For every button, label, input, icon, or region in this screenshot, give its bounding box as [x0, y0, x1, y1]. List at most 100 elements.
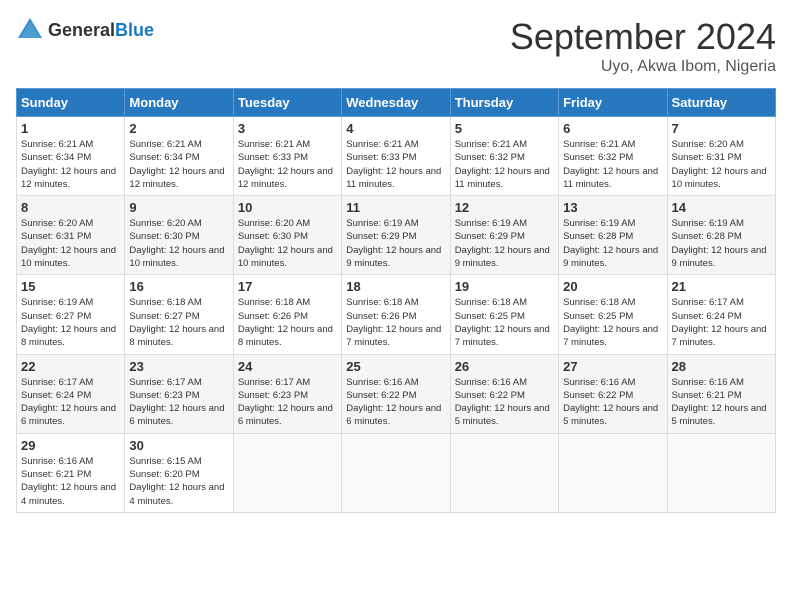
day-info: Sunrise: 6:19 AMSunset: 6:29 PMDaylight:… — [455, 217, 554, 270]
table-row: 8 Sunrise: 6:20 AMSunset: 6:31 PMDaylight… — [17, 196, 125, 275]
day-number: 1 — [21, 121, 120, 136]
col-friday: Friday — [559, 89, 667, 117]
table-row: 23 Sunrise: 6:17 AMSunset: 6:23 PMDayligh… — [125, 354, 233, 433]
day-info: Sunrise: 6:20 AMSunset: 6:31 PMDaylight:… — [21, 217, 120, 270]
day-info: Sunrise: 6:16 AMSunset: 6:21 PMDaylight:… — [672, 376, 771, 429]
day-number: 17 — [238, 279, 337, 294]
day-number: 20 — [563, 279, 662, 294]
table-row: 25Sunrise: 6:16 AMSunset: 6:22 PMDayligh… — [342, 354, 450, 433]
location-subtitle: Uyo, Akwa Ibom, Nigeria — [510, 58, 776, 76]
day-number: 28 — [672, 359, 771, 374]
table-row: 9Sunrise: 6:20 AMSunset: 6:30 PMDaylight… — [125, 196, 233, 275]
table-row: 29 Sunrise: 6:16 AMSunset: 6:21 PMDayligh… — [17, 433, 125, 512]
table-row: 15 Sunrise: 6:19 AMSunset: 6:27 PMDayligh… — [17, 275, 125, 354]
table-row: 26 Sunrise: 6:16 AMSunset: 6:22 PMDayligh… — [450, 354, 558, 433]
logo-icon — [16, 16, 44, 44]
table-row: 1 Sunrise: 6:21 AMSunset: 6:34 PMDaylight… — [17, 117, 125, 196]
day-number: 30 — [129, 438, 228, 453]
logo: GeneralBlue — [16, 16, 154, 44]
day-number: 23 — [129, 359, 228, 374]
day-info: Sunrise: 6:20 AMSunset: 6:30 PMDaylight:… — [238, 217, 337, 270]
table-row: 2 Sunrise: 6:21 AMSunset: 6:34 PMDaylight… — [125, 117, 233, 196]
table-row: 10 Sunrise: 6:20 AMSunset: 6:30 PMDayligh… — [233, 196, 341, 275]
calendar-week-row: 29 Sunrise: 6:16 AMSunset: 6:21 PMDayligh… — [17, 433, 776, 512]
col-monday: Monday — [125, 89, 233, 117]
table-row: 4Sunrise: 6:21 AMSunset: 6:33 PMDaylight… — [342, 117, 450, 196]
day-number: 2 — [129, 121, 228, 136]
title-area: September 2024 Uyo, Akwa Ibom, Nigeria — [510, 16, 776, 76]
day-number: 19 — [455, 279, 554, 294]
day-number: 12 — [455, 200, 554, 215]
day-info: Sunrise: 6:18 AMSunset: 6:27 PMDaylight:… — [129, 296, 228, 349]
table-row: 19 Sunrise: 6:18 AMSunset: 6:25 PMDayligh… — [450, 275, 558, 354]
table-row — [559, 433, 667, 512]
table-row — [450, 433, 558, 512]
calendar-week-row: 8 Sunrise: 6:20 AMSunset: 6:31 PMDaylight… — [17, 196, 776, 275]
calendar-week-row: 15 Sunrise: 6:19 AMSunset: 6:27 PMDayligh… — [17, 275, 776, 354]
day-info: Sunrise: 6:21 AMSunset: 6:33 PMDaylight:… — [238, 138, 337, 191]
calendar-week-row: 1 Sunrise: 6:21 AMSunset: 6:34 PMDaylight… — [17, 117, 776, 196]
col-tuesday: Tuesday — [233, 89, 341, 117]
day-number: 5 — [455, 121, 554, 136]
col-thursday: Thursday — [450, 89, 558, 117]
day-number: 22 — [21, 359, 120, 374]
calendar-week-row: 22 Sunrise: 6:17 AMSunset: 6:24 PMDayligh… — [17, 354, 776, 433]
day-number: 10 — [238, 200, 337, 215]
day-number: 7 — [672, 121, 771, 136]
day-number: 3 — [238, 121, 337, 136]
day-info: Sunrise: 6:21 AMSunset: 6:33 PMDaylight:… — [346, 138, 445, 191]
day-number: 11 — [346, 200, 445, 215]
day-number: 25 — [346, 359, 445, 374]
day-info: Sunrise: 6:18 AMSunset: 6:25 PMDaylight:… — [563, 296, 662, 349]
day-info: Sunrise: 6:16 AMSunset: 6:22 PMDaylight:… — [563, 376, 662, 429]
day-info: Sunrise: 6:20 AMSunset: 6:31 PMDaylight:… — [672, 138, 771, 191]
table-row: 12 Sunrise: 6:19 AMSunset: 6:29 PMDayligh… — [450, 196, 558, 275]
table-row: 27 Sunrise: 6:16 AMSunset: 6:22 PMDayligh… — [559, 354, 667, 433]
calendar-header-row: Sunday Monday Tuesday Wednesday Thursday… — [17, 89, 776, 117]
col-saturday: Saturday — [667, 89, 775, 117]
col-sunday: Sunday — [17, 89, 125, 117]
day-info: Sunrise: 6:18 AMSunset: 6:25 PMDaylight:… — [455, 296, 554, 349]
table-row: 13Sunrise: 6:19 AMSunset: 6:28 PMDayligh… — [559, 196, 667, 275]
day-info: Sunrise: 6:18 AMSunset: 6:26 PMDaylight:… — [238, 296, 337, 349]
day-number: 6 — [563, 121, 662, 136]
day-number: 8 — [21, 200, 120, 215]
day-info: Sunrise: 6:17 AMSunset: 6:24 PMDaylight:… — [21, 376, 120, 429]
table-row — [342, 433, 450, 512]
day-info: Sunrise: 6:20 AMSunset: 6:30 PMDaylight:… — [129, 217, 228, 270]
day-info: Sunrise: 6:16 AMSunset: 6:21 PMDaylight:… — [21, 455, 120, 508]
table-row: 22 Sunrise: 6:17 AMSunset: 6:24 PMDayligh… — [17, 354, 125, 433]
page-header: GeneralBlue September 2024 Uyo, Akwa Ibo… — [16, 16, 776, 76]
day-number: 15 — [21, 279, 120, 294]
day-number: 26 — [455, 359, 554, 374]
table-row — [667, 433, 775, 512]
day-info: Sunrise: 6:21 AMSunset: 6:34 PMDaylight:… — [21, 138, 120, 191]
day-info: Sunrise: 6:18 AMSunset: 6:26 PMDaylight:… — [346, 296, 445, 349]
table-row — [233, 433, 341, 512]
day-info: Sunrise: 6:21 AMSunset: 6:32 PMDaylight:… — [563, 138, 662, 191]
calendar-table: Sunday Monday Tuesday Wednesday Thursday… — [16, 88, 776, 513]
day-info: Sunrise: 6:17 AMSunset: 6:23 PMDaylight:… — [238, 376, 337, 429]
day-info: Sunrise: 6:17 AMSunset: 6:23 PMDaylight:… — [129, 376, 228, 429]
table-row: 14 Sunrise: 6:19 AMSunset: 6:28 PMDayligh… — [667, 196, 775, 275]
day-number: 29 — [21, 438, 120, 453]
day-number: 27 — [563, 359, 662, 374]
day-info: Sunrise: 6:19 AMSunset: 6:28 PMDaylight:… — [672, 217, 771, 270]
table-row: 3 Sunrise: 6:21 AMSunset: 6:33 PMDaylight… — [233, 117, 341, 196]
table-row: 17 Sunrise: 6:18 AMSunset: 6:26 PMDayligh… — [233, 275, 341, 354]
day-info: Sunrise: 6:21 AMSunset: 6:34 PMDaylight:… — [129, 138, 228, 191]
day-info: Sunrise: 6:21 AMSunset: 6:32 PMDaylight:… — [455, 138, 554, 191]
day-number: 21 — [672, 279, 771, 294]
table-row: 11Sunrise: 6:19 AMSunset: 6:29 PMDayligh… — [342, 196, 450, 275]
day-info: Sunrise: 6:16 AMSunset: 6:22 PMDaylight:… — [455, 376, 554, 429]
table-row: 30 Sunrise: 6:15 AMSunset: 6:20 PMDayligh… — [125, 433, 233, 512]
table-row: 28 Sunrise: 6:16 AMSunset: 6:21 PMDayligh… — [667, 354, 775, 433]
day-number: 13 — [563, 200, 662, 215]
table-row: 20 Sunrise: 6:18 AMSunset: 6:25 PMDayligh… — [559, 275, 667, 354]
day-number: 14 — [672, 200, 771, 215]
col-wednesday: Wednesday — [342, 89, 450, 117]
table-row: 24Sunrise: 6:17 AMSunset: 6:23 PMDayligh… — [233, 354, 341, 433]
day-info: Sunrise: 6:15 AMSunset: 6:20 PMDaylight:… — [129, 455, 228, 508]
day-info: Sunrise: 6:19 AMSunset: 6:27 PMDaylight:… — [21, 296, 120, 349]
logo-text: GeneralBlue — [48, 20, 154, 41]
